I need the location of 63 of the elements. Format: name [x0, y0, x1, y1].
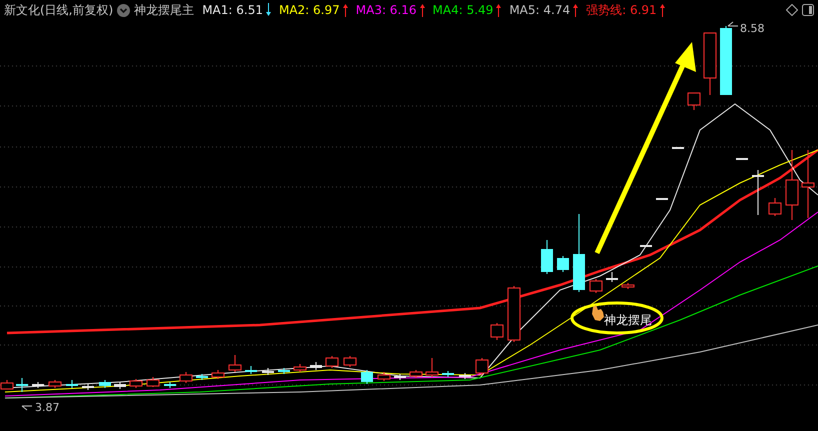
candlestick: [326, 356, 338, 368]
candlestick: [768, 198, 782, 216]
indicator-value: MA5: 4.74: [509, 3, 570, 17]
low-price-label: 3.87: [35, 401, 60, 414]
candlestick: [66, 380, 78, 388]
candlestick: [704, 32, 716, 96]
high-price-label: 8.58: [740, 22, 764, 35]
diamond-icon[interactable]: [786, 4, 798, 16]
candlestick: [278, 368, 290, 374]
indicator-value: MA4: 5.49: [432, 3, 494, 17]
candlestick: [672, 146, 684, 150]
candlestick: [16, 378, 28, 392]
candlestick: [508, 286, 520, 342]
annotation-label: 神龙摆尾: [604, 313, 652, 327]
candlestick: [786, 150, 798, 220]
candlestick: [394, 374, 406, 380]
indicator-value: MA2: 6.97: [278, 3, 340, 17]
candlestick: [557, 256, 569, 272]
candlestick: [541, 240, 553, 274]
candlestick: [82, 384, 94, 390]
candlestick: [378, 372, 390, 382]
indicator-name[interactable]: 神龙摆尾主: [134, 2, 194, 18]
panel-icon[interactable]: [802, 4, 814, 16]
candlestick: [48, 380, 62, 388]
candlestick: [490, 322, 504, 340]
candlestick: [656, 198, 668, 200]
candlestick: [361, 370, 373, 384]
candlestick: [114, 382, 126, 390]
candlestick: [426, 358, 438, 378]
candlestick: [590, 278, 602, 294]
candlestick: [736, 158, 748, 160]
high-marker-icon: [728, 22, 738, 26]
dropdown-icon[interactable]: [117, 4, 130, 16]
candlestick: [294, 364, 306, 372]
candlestick: [228, 354, 242, 372]
candlestick: [180, 372, 192, 384]
candlestick: [442, 370, 454, 378]
candlestick: [99, 380, 111, 388]
candlestick: [622, 282, 634, 290]
candlestick: [196, 374, 208, 380]
candlestick: [32, 382, 44, 388]
candlestick: [688, 92, 700, 110]
candlestick: [459, 372, 471, 380]
candlestick: [720, 26, 732, 96]
candlestick: [130, 378, 142, 388]
candlestick: [212, 370, 224, 380]
candlestick: [310, 362, 322, 370]
indicator-value: MA3: 6.16: [356, 3, 417, 17]
candlestick: [752, 170, 764, 216]
candlestick: [344, 356, 356, 368]
candlestick: [476, 358, 488, 376]
candlestick: [410, 370, 422, 378]
candlestick: [802, 150, 814, 218]
candlestick: [606, 272, 618, 282]
candlestick: [640, 244, 652, 248]
candlestick: [245, 366, 257, 374]
candlestick: [262, 368, 274, 376]
indicator-value: 强势线: 6.91: [586, 2, 657, 18]
low-marker-icon: [22, 406, 32, 410]
indicator-value: MA1: 6.51: [202, 3, 263, 17]
candlestick: [146, 376, 160, 388]
candlestick: [164, 382, 176, 388]
stock-title: 新文化(日线,前复权): [4, 2, 114, 18]
